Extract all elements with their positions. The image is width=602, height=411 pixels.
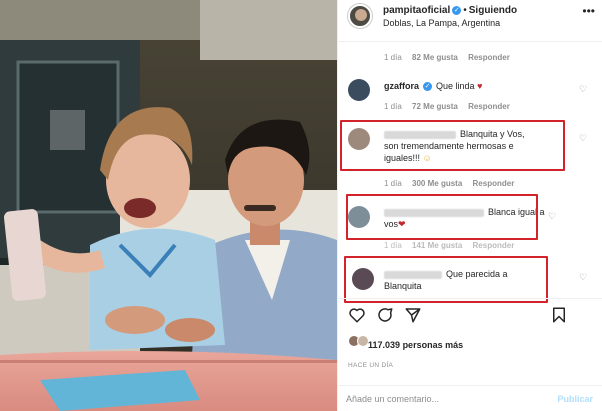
comment-body: Que linda [436, 81, 475, 91]
comment-meta: 1 día 72 Me gusta Responder [384, 102, 518, 111]
add-comment-bar: Publicar [338, 385, 602, 411]
comment-time[interactable]: 1 día [384, 102, 402, 111]
author-username[interactable]: pampitaoficial [383, 5, 450, 16]
comment-text: gzaffora ✓ Que linda ♥ [384, 80, 482, 92]
reply-button[interactable]: Responder [468, 53, 510, 62]
likes-summary[interactable]: 117.039 personas más [368, 340, 463, 350]
comment-time[interactable]: 1 día [384, 241, 402, 250]
comment-meta: 1 día 141 Me gusta Responder [384, 241, 522, 250]
comment-time[interactable]: 1 día [384, 53, 402, 62]
post-timestamp[interactable]: HACE UN DÍA [348, 362, 393, 369]
comment-likes[interactable]: 72 Me gusta [412, 102, 458, 111]
comment-meta: 1 día 300 Me gusta Responder [384, 179, 522, 188]
post-header: pampitaoficial ✓ • Siguiendo Doblas, La Pam… [338, 0, 602, 42]
likes-suffix: personas más [402, 340, 464, 350]
highlight-box [340, 120, 565, 171]
comment-time[interactable]: 1 día [384, 179, 402, 188]
commenter-avatar[interactable] [348, 79, 370, 101]
like-comment-heart-icon[interactable]: ♡ [548, 211, 556, 222]
publish-button[interactable]: Publicar [557, 394, 593, 404]
reply-button[interactable]: Responder [468, 102, 510, 111]
comment-bubble-icon[interactable] [376, 306, 394, 324]
comment-likes[interactable]: 141 Me gusta [412, 241, 462, 250]
post-location[interactable]: Doblas, La Pampa, Argentina [383, 18, 500, 28]
reply-button[interactable]: Responder [473, 241, 515, 250]
comment-input[interactable] [346, 391, 526, 407]
vintage-family-photo [0, 0, 337, 411]
paper-plane-icon[interactable] [404, 306, 422, 324]
heart-emoji: ♥ [477, 81, 483, 91]
highlight-box [344, 256, 548, 303]
author-avatar[interactable] [348, 4, 372, 28]
post-action-bar [338, 298, 602, 328]
reply-button[interactable]: Responder [473, 179, 515, 188]
comment-meta: 1 día 82 Me gusta Responder [384, 53, 518, 62]
bookmark-icon[interactable] [550, 306, 568, 324]
like-comment-heart-icon[interactable]: ♡ [579, 84, 587, 95]
verified-badge-icon: ✓ [452, 5, 462, 15]
comment-likes[interactable]: 300 Me gusta [412, 179, 462, 188]
highlight-box [346, 194, 538, 240]
verified-badge-icon: ✓ [423, 82, 433, 92]
likes-count: 117.039 [368, 340, 401, 350]
like-comment-heart-icon[interactable]: ♡ [579, 133, 587, 144]
post-photo[interactable] [0, 0, 337, 411]
more-options-icon[interactable]: ••• [582, 4, 595, 18]
separator-dot: • [463, 5, 467, 16]
post-side-panel: pampitaoficial ✓ • Siguiendo Doblas, La Pam… [337, 0, 602, 411]
commenter-username[interactable]: gzaffora [384, 81, 419, 91]
heart-outline-icon[interactable] [348, 306, 366, 324]
follow-status-button[interactable]: Siguiendo [469, 5, 517, 16]
like-comment-heart-icon[interactable]: ♡ [579, 272, 587, 283]
comment-likes[interactable]: 82 Me gusta [412, 53, 458, 62]
author-line: pampitaoficial ✓ • Siguiendo [383, 5, 517, 16]
